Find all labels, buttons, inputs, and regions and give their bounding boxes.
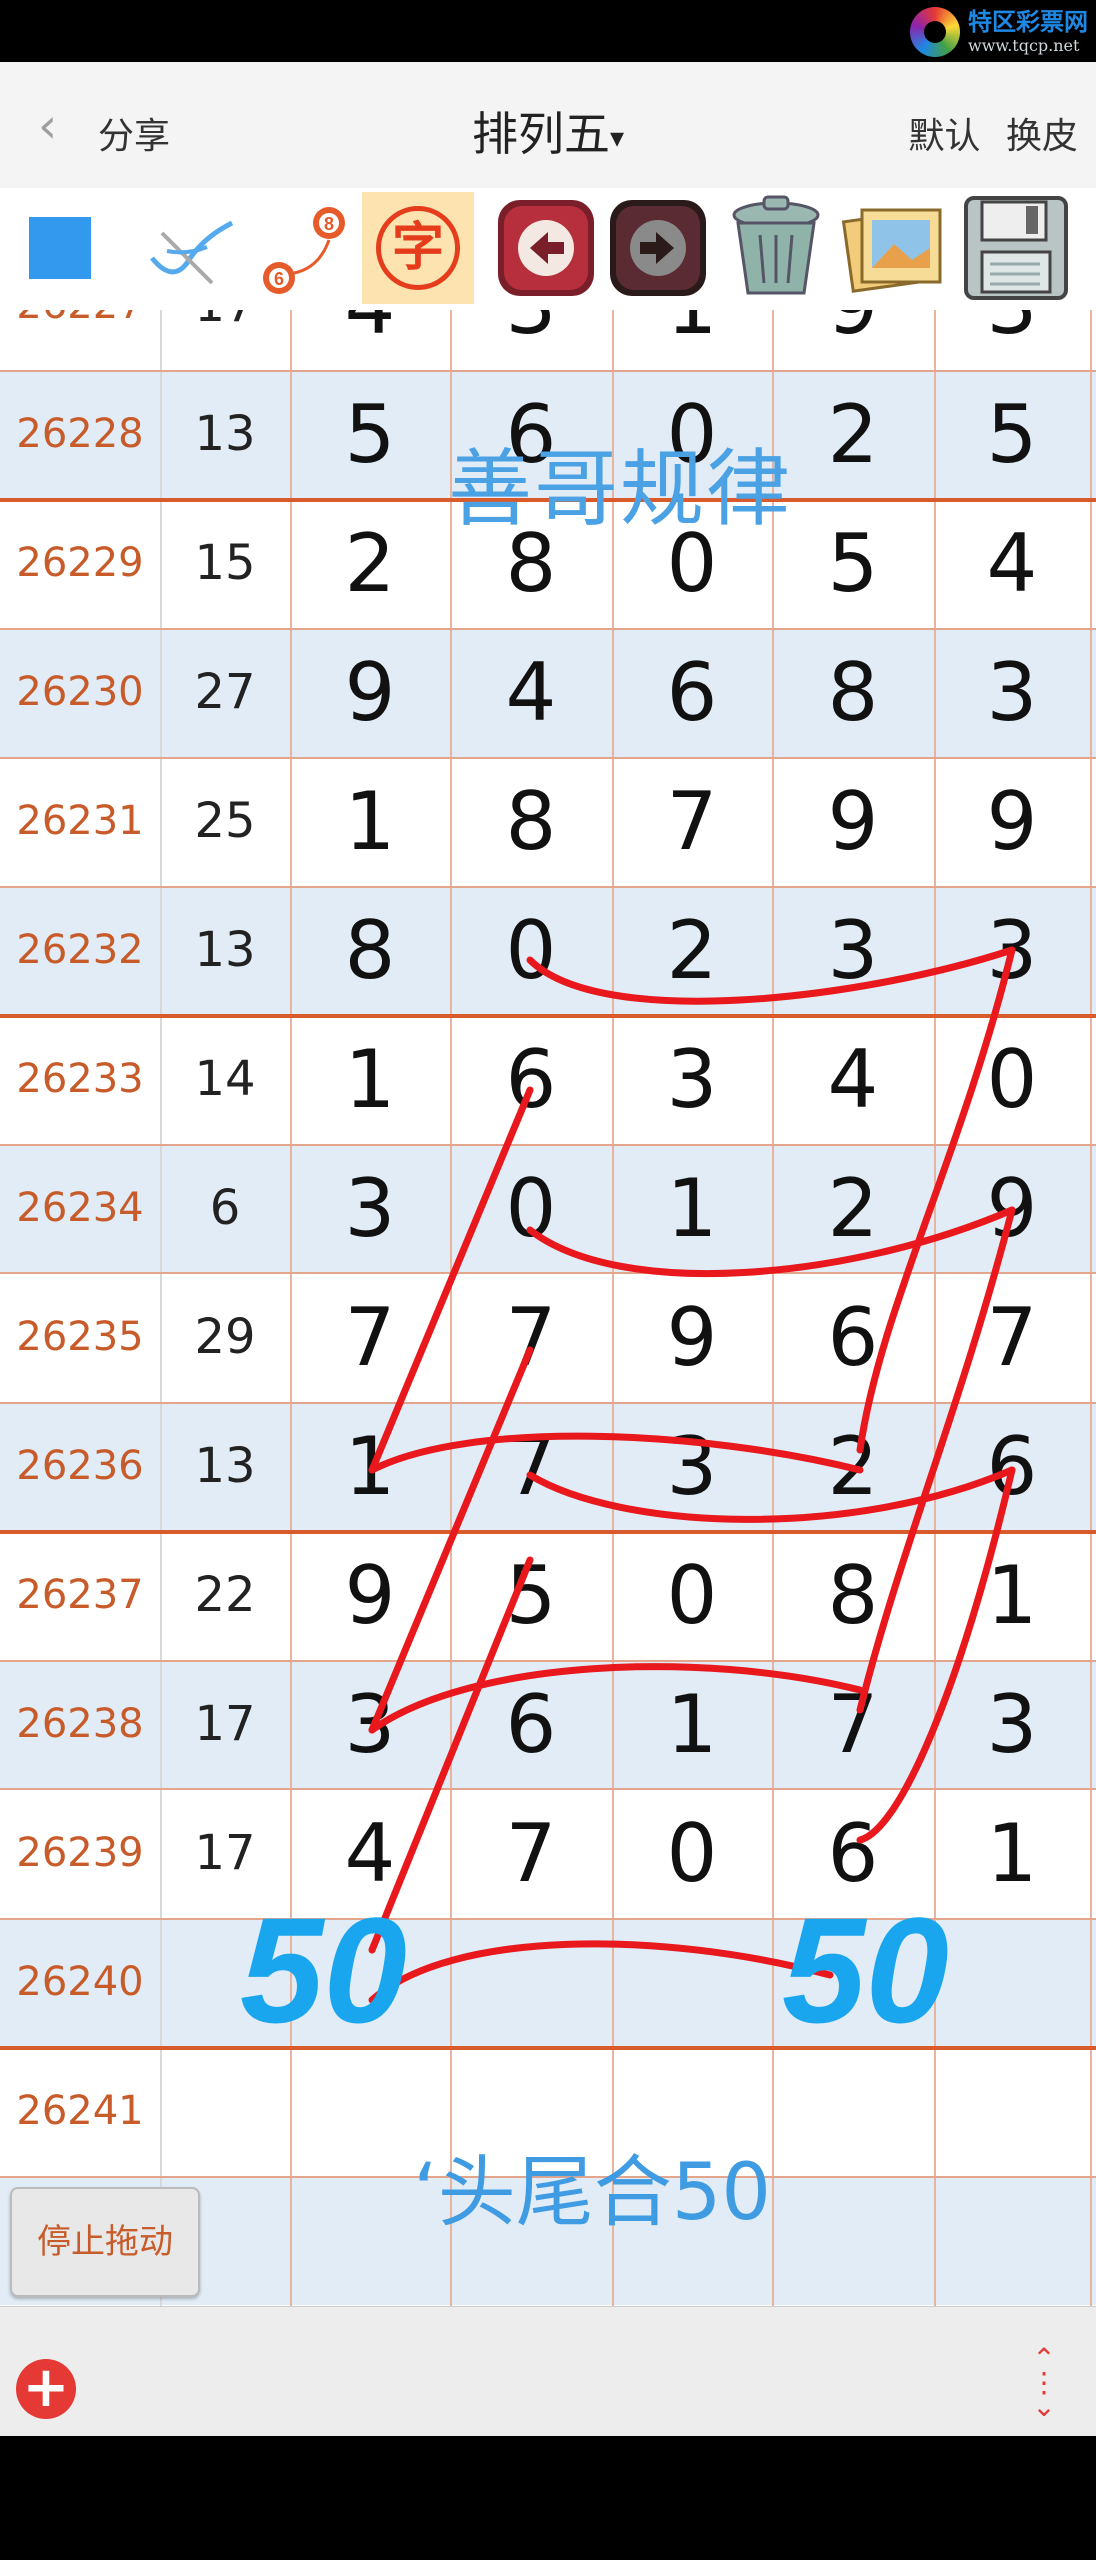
bottom-bar: + ⌃ ⋮ ⌄ (0, 2306, 1096, 2437)
system-nav-bar (0, 2436, 1096, 2560)
stop-drag-button[interactable]: 停止拖动 (10, 2187, 200, 2297)
redo-icon[interactable] (602, 192, 714, 304)
number-grid[interactable]: 2622717431932622813560252622915280542623… (0, 310, 1096, 2306)
site-logo: 特区彩票网 www.tqcp.net (910, 6, 1088, 58)
logo-url: www.tqcp.net (968, 36, 1080, 55)
dropdown-caret-icon: ▾ (609, 121, 625, 154)
undo-icon[interactable] (490, 192, 602, 304)
trash-icon[interactable] (720, 192, 832, 304)
up-down-arrows-icon[interactable]: ⌃ ⋮ ⌄ (1024, 2345, 1064, 2427)
color-square-icon[interactable] (4, 192, 116, 304)
pen-label-8: 8 (324, 214, 334, 234)
pen-label-6: 6 (274, 269, 284, 289)
photos-icon[interactable] (838, 192, 950, 304)
drawing-toolbar: 6 8 字 (0, 188, 1096, 310)
text-tool-label: 字 (376, 206, 460, 290)
save-icon[interactable] (960, 192, 1072, 304)
logo-swirl-icon (910, 7, 960, 57)
plus-circle-icon[interactable]: + (16, 2359, 76, 2419)
annotation-right-50: 50 (782, 1886, 949, 2054)
logo-title: 特区彩票网 (968, 8, 1088, 36)
blue-annotation-50: 50 50 (240, 1886, 949, 2054)
default-button[interactable]: 默认 (909, 116, 981, 157)
change-skin-button[interactable]: 换皮 (1006, 116, 1078, 157)
watermark-caption: ‘头尾合50 (413, 2148, 772, 2238)
page-title-text: 排列五 (471, 107, 610, 161)
status-bar: 特区彩票网 www.tqcp.net (0, 0, 1096, 62)
app-header: ‹ 分享 排列五▾ 默认 换皮 (0, 62, 1096, 188)
text-tool-icon[interactable]: 字 (362, 192, 474, 304)
annotation-left-50: 50 (240, 1886, 407, 2054)
number-link-icon[interactable]: 6 8 (248, 192, 360, 304)
pen-icon[interactable] (136, 192, 248, 304)
